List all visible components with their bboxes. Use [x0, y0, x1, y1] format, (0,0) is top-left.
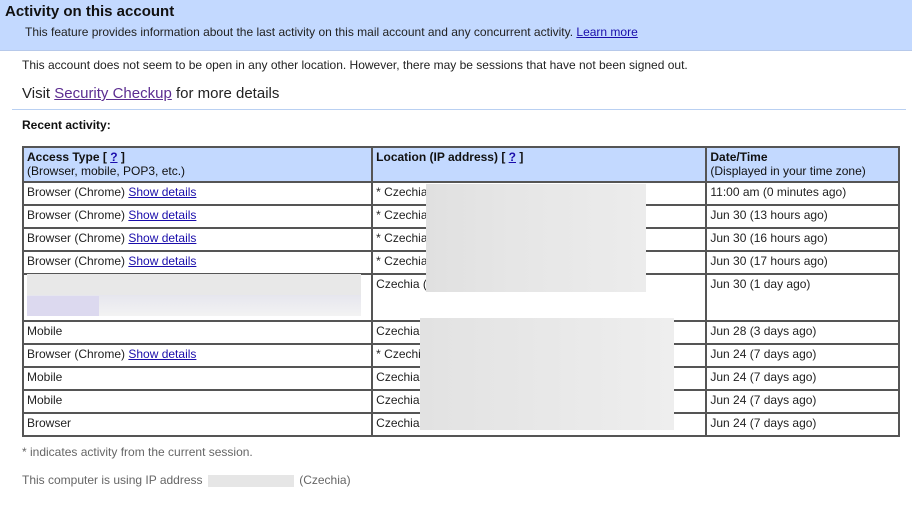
access-type-header: Access Type [ ? ] (Browser, mobile, POP3…	[23, 147, 373, 182]
access-type-text: Browser (Chrome)	[27, 254, 126, 268]
divider	[12, 109, 906, 110]
learn-more-link[interactable]: Learn more	[576, 25, 637, 39]
redacted-ip-block-2	[420, 318, 674, 430]
datetime-cell: Jun 24 (7 days ago)	[706, 344, 899, 367]
ip-suffix: (Czechia)	[299, 473, 351, 487]
datetime-cell: Jun 30 (17 hours ago)	[706, 251, 899, 274]
security-checkup-line: Visit Security Checkup for more details	[22, 85, 279, 102]
visit-prefix: Visit	[22, 85, 51, 102]
show-details-link[interactable]: Show details	[128, 185, 196, 199]
access-type-cell: Mobile	[23, 390, 373, 413]
current-ip-line: This computer is using IP address (Czech…	[22, 473, 351, 487]
access-type-cell: Browser (Chrome) Show details	[23, 205, 373, 228]
recent-activity-label: Recent activity:	[22, 118, 111, 132]
show-details-link[interactable]: Show details	[128, 347, 196, 361]
access-type-cell: Mobile	[23, 321, 373, 344]
access-type-text: Browser	[27, 416, 72, 430]
datetime-cell: 11:00 am (0 minutes ago)	[706, 182, 899, 205]
datetime-cell: Jun 30 (13 hours ago)	[706, 205, 899, 228]
datetime-cell: Jun 24 (7 days ago)	[706, 390, 899, 413]
datetime-header: Date/Time (Displayed in your time zone)	[706, 147, 899, 182]
access-type-cell: Browser (Chrome) Show details	[23, 251, 373, 274]
datetime-title: Date/Time	[710, 150, 768, 164]
datetime-cell: Jun 28 (3 days ago)	[706, 321, 899, 344]
visit-suffix: for more details	[175, 85, 280, 102]
location-help-link[interactable]: ?	[509, 150, 516, 164]
datetime-cell: Jun 30 (1 day ago)	[706, 274, 899, 321]
access-type-text: Browser (Chrome)	[27, 231, 126, 245]
access-type-cell: Browser (Chrome) Show details	[23, 344, 373, 367]
access-type-text: Browser (Chrome)	[27, 347, 126, 361]
datetime-cell: Jun 24 (7 days ago)	[706, 413, 899, 436]
access-type-title: Access Type	[27, 150, 100, 164]
access-type-subtitle: (Browser, mobile, POP3, etc.)	[27, 164, 186, 178]
datetime-cell: Jun 24 (7 days ago)	[706, 367, 899, 390]
location-header: Location (IP address) [ ? ]	[372, 147, 707, 182]
access-type-text: Mobile	[27, 324, 63, 338]
session-footnote: * indicates activity from the current se…	[22, 445, 253, 459]
table-header-row: Access Type [ ? ] (Browser, mobile, POP3…	[23, 147, 899, 182]
show-details-link[interactable]: Show details	[128, 254, 196, 268]
redacted-ip-address	[207, 474, 294, 487]
activity-header: Activity on this account This feature pr…	[0, 0, 912, 51]
header-description: This feature provides information about …	[25, 25, 638, 39]
access-type-cell: Browser	[23, 413, 373, 436]
security-checkup-link[interactable]: Security Checkup	[54, 85, 172, 102]
page-title: Activity on this account	[5, 3, 175, 20]
access-type-text: Mobile	[27, 393, 63, 407]
access-type-cell: Mobile	[23, 367, 373, 390]
datetime-subtitle: (Displayed in your time zone)	[710, 164, 866, 178]
ip-prefix: This computer is using IP address	[22, 473, 203, 487]
redacted-ip-block-1	[426, 184, 646, 292]
show-details-link[interactable]: Show details	[128, 208, 196, 222]
access-type-text: Browser (Chrome)	[27, 185, 126, 199]
show-details-link[interactable]: Show details	[128, 231, 196, 245]
description-text: This feature provides information about …	[25, 25, 574, 39]
access-type-help-link[interactable]: ?	[110, 150, 117, 164]
datetime-cell: Jun 30 (16 hours ago)	[706, 228, 899, 251]
location-title: Location (IP address)	[376, 150, 498, 164]
redacted-purple-block	[27, 296, 99, 316]
access-type-cell: Browser (Chrome) Show details	[23, 228, 373, 251]
access-type-cell: Browser (Chrome) Show details	[23, 182, 373, 205]
access-type-text: Mobile	[27, 370, 63, 384]
sessions-notice: This account does not seem to be open in…	[22, 58, 688, 72]
access-type-text: Browser (Chrome)	[27, 208, 126, 222]
